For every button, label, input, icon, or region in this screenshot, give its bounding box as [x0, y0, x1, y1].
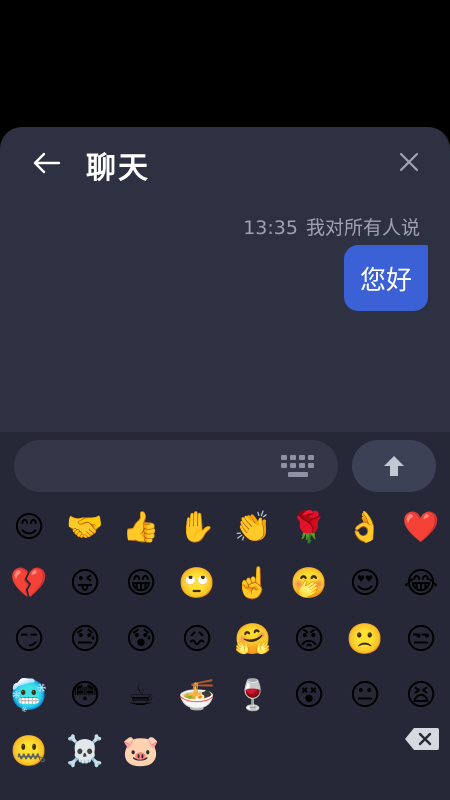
emoji-item[interactable]: 😁: [115, 558, 167, 610]
emoji-item[interactable]: 🍷: [227, 670, 279, 722]
emoji-item[interactable]: ☝️: [227, 558, 279, 610]
emoji-item[interactable]: 😐: [339, 670, 391, 722]
message-input[interactable]: [14, 440, 338, 492]
emoji-item[interactable]: 👌: [339, 502, 391, 554]
chat-panel: 聊天 13:35 我对所有人说 您好 😊 🤝 👍 ✋ 👏 🌹 👌 ❤️ 💔 😜 …: [0, 127, 450, 800]
message-scope: 我对所有人说: [305, 217, 420, 239]
emoji-item[interactable]: 🤭: [283, 558, 335, 610]
emoji-item[interactable]: 😒: [395, 614, 447, 666]
send-button[interactable]: [352, 440, 436, 492]
emoji-item[interactable]: 🤐: [3, 726, 55, 778]
close-icon: [399, 152, 419, 172]
chat-header: 聊天: [0, 127, 450, 197]
emoji-item[interactable]: 🤝: [59, 502, 111, 554]
emoji-item[interactable]: 🤗: [227, 614, 279, 666]
emoji-item[interactable]: 🙄: [171, 558, 223, 610]
emoji-item[interactable]: 💔: [3, 558, 55, 610]
message-time: 13:35: [243, 217, 298, 239]
emoji-item[interactable]: 😡: [283, 614, 335, 666]
emoji-item[interactable]: ☠️: [59, 726, 111, 778]
message-bubble: 您好: [343, 245, 428, 311]
page-title: 聊天: [86, 151, 150, 186]
send-arrow-up-icon: [384, 456, 404, 476]
emoji-item[interactable]: 🍜: [171, 670, 223, 722]
emoji-item[interactable]: 👍: [115, 502, 167, 554]
emoji-item[interactable]: ✋: [171, 502, 223, 554]
emoji-item[interactable]: 😊: [3, 502, 55, 554]
emoji-item[interactable]: 😍: [339, 558, 391, 610]
emoji-item[interactable]: 😵: [283, 670, 335, 722]
message-meta: 13:35 我对所有人说: [243, 213, 420, 240]
keyboard-icon[interactable]: [280, 454, 316, 480]
emoji-item[interactable]: 🙁: [339, 614, 391, 666]
close-button[interactable]: [394, 147, 424, 177]
backspace-icon[interactable]: [404, 726, 440, 752]
emoji-item[interactable]: 😜: [59, 558, 111, 610]
emoji-item[interactable]: 🌹: [283, 502, 335, 554]
emoji-item[interactable]: 😂: [395, 558, 447, 610]
emoji-item[interactable]: ❤️: [395, 502, 447, 554]
arrow-left-icon: [33, 152, 61, 174]
emoji-item[interactable]: 👏: [227, 502, 279, 554]
emoji-item[interactable]: 😫: [395, 670, 447, 722]
composer-area: 😊 🤝 👍 ✋ 👏 🌹 👌 ❤️ 💔 😜 😁 🙄 ☝️ 🤭 😍 😂 😏 😓 😰 😖 🤗 😡 🙁 😒 🥶 😳 ☕ 🍜 🍷 😵 😐 😫 🤐 ☠️ 🐷: [0, 432, 450, 800]
emoji-item[interactable]: 😰: [115, 614, 167, 666]
emoji-item[interactable]: 😳: [59, 670, 111, 722]
emoji-item[interactable]: 😖: [171, 614, 223, 666]
back-button[interactable]: [28, 145, 64, 181]
emoji-item[interactable]: 🐷: [115, 726, 167, 778]
emoji-item[interactable]: 🥶: [3, 670, 55, 722]
emoji-item[interactable]: 😏: [3, 614, 55, 666]
emoji-item[interactable]: ☕: [115, 670, 167, 722]
emoji-item[interactable]: 😓: [59, 614, 111, 666]
